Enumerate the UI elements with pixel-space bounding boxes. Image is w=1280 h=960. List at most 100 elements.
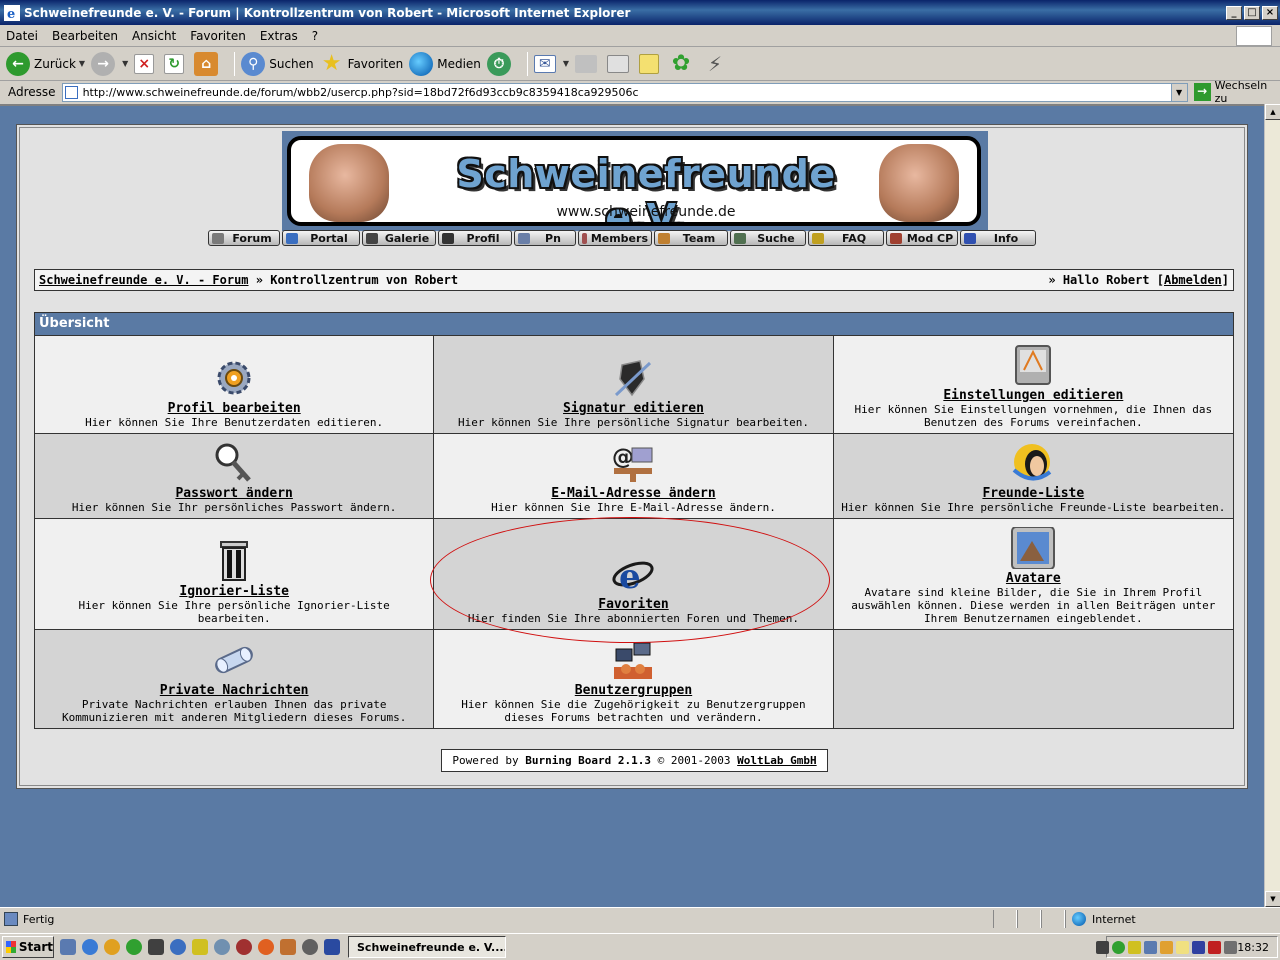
- nav-galerie-button[interactable]: Galerie: [362, 230, 436, 246]
- favorites-button[interactable]: ★ Favoriten: [320, 50, 403, 78]
- favoriten-link[interactable]: Favoriten: [598, 597, 668, 612]
- nav-forum-button[interactable]: Forum: [208, 230, 280, 246]
- nav-team-button[interactable]: Team: [654, 230, 728, 246]
- forward-dropdown-icon[interactable]: ▼: [122, 59, 128, 68]
- profil-bearbeiten-link[interactable]: Profil bearbeiten: [168, 401, 301, 416]
- quicklaunch-firefox-icon[interactable]: [258, 939, 274, 955]
- key-icon[interactable]: [211, 442, 257, 484]
- stop-button[interactable]: ×: [134, 50, 158, 78]
- einstellungen-editieren-link[interactable]: Einstellungen editieren: [943, 388, 1123, 403]
- media-label: Medien: [437, 56, 481, 71]
- nav-profil-button[interactable]: Profil: [438, 230, 512, 246]
- tray-icon[interactable]: [1096, 940, 1110, 954]
- message-icon[interactable]: [211, 639, 257, 681]
- tray-icon[interactable]: [1224, 940, 1238, 954]
- forum-banner[interactable]: Schweinefreunde e.V. www.schweinefreunde…: [282, 131, 988, 231]
- scroll-up-icon[interactable]: ▲: [1265, 104, 1280, 120]
- benutzergruppen-link[interactable]: Benutzergruppen: [575, 683, 692, 698]
- pen-icon[interactable]: [610, 357, 656, 399]
- menu-help[interactable]: ?: [306, 29, 326, 43]
- tray-icon[interactable]: [1144, 940, 1158, 954]
- tray-icon[interactable]: [1112, 940, 1126, 954]
- quicklaunch-desktop-icon[interactable]: [60, 939, 76, 955]
- nav-faq-button[interactable]: FAQ: [808, 230, 884, 246]
- signatur-editieren-link[interactable]: Signatur editieren: [563, 401, 704, 416]
- settings-icon[interactable]: [1010, 344, 1056, 386]
- maximize-button[interactable]: □: [1244, 5, 1260, 20]
- friends-icon[interactable]: [1010, 442, 1056, 484]
- quicklaunch-globe-icon[interactable]: [302, 939, 318, 955]
- quicklaunch-network-icon[interactable]: [214, 939, 230, 955]
- quicklaunch-mediaplayer-icon[interactable]: [104, 939, 120, 955]
- edit-button[interactable]: [607, 50, 633, 78]
- start-button[interactable]: Start: [2, 936, 54, 958]
- taskbar-ie-window[interactable]: Schweinefreunde e. V....: [348, 936, 506, 958]
- close-button[interactable]: ×: [1262, 5, 1278, 20]
- back-dropdown-icon[interactable]: ▼: [79, 59, 85, 68]
- tray-icon[interactable]: [1192, 940, 1206, 954]
- forward-button[interactable]: → ▼: [91, 50, 128, 78]
- search-icon: [734, 232, 746, 244]
- quicklaunch-pencil-icon[interactable]: [192, 939, 208, 955]
- tray-icon[interactable]: [1176, 940, 1190, 954]
- woltlab-link[interactable]: WoltLab GmbH: [737, 754, 816, 767]
- quicklaunch-app-icon[interactable]: [170, 939, 186, 955]
- address-dropdown-icon[interactable]: ▼: [1171, 82, 1188, 102]
- quicklaunch-word-icon[interactable]: [324, 939, 340, 955]
- menu-favoriten[interactable]: Favoriten: [184, 29, 254, 43]
- svg-text:e: e: [7, 7, 15, 21]
- passwort-aendern-link[interactable]: Passwort ändern: [175, 486, 292, 501]
- back-button[interactable]: ← Zurück ▼: [6, 50, 85, 78]
- quicklaunch-icq-icon[interactable]: [126, 939, 142, 955]
- tray-icon[interactable]: [1160, 940, 1174, 954]
- private-nachrichten-link[interactable]: Private Nachrichten: [160, 683, 309, 698]
- media-button[interactable]: Medien: [409, 50, 481, 78]
- menu-ansicht[interactable]: Ansicht: [126, 29, 184, 43]
- minimize-button[interactable]: _: [1226, 5, 1242, 20]
- quicklaunch-red-icon[interactable]: [236, 939, 252, 955]
- vertical-scrollbar[interactable]: ▲ ▼: [1264, 104, 1280, 907]
- address-input[interactable]: [61, 82, 1172, 102]
- search-button[interactable]: ⚲ Suchen: [241, 50, 314, 78]
- nav-portal-button[interactable]: Portal: [282, 230, 360, 246]
- quicklaunch-gear-icon[interactable]: [280, 939, 296, 955]
- icq-button[interactable]: ✿: [669, 50, 697, 78]
- nav-mod-cp-button[interactable]: Mod CP: [886, 230, 958, 246]
- nav-suche-button[interactable]: Suche: [730, 230, 806, 246]
- breadcrumb-home-link[interactable]: Schweinefreunde e. V. - Forum: [39, 273, 249, 287]
- usergroups-icon[interactable]: [610, 639, 656, 681]
- go-arrow-icon: →: [1193, 83, 1211, 101]
- refresh-button[interactable]: ↻: [164, 50, 188, 78]
- go-button[interactable]: → Wechseln zu: [1193, 79, 1280, 105]
- mail-button[interactable]: ✉ ▼: [533, 50, 569, 78]
- menu-datei[interactable]: Datei: [0, 29, 46, 43]
- ignorier-liste-link[interactable]: Ignorier-Liste: [179, 584, 289, 599]
- home-button[interactable]: ⌂: [194, 50, 222, 78]
- email-icon[interactable]: @: [610, 442, 656, 484]
- avatare-link[interactable]: Avatare: [1006, 571, 1061, 586]
- nav-pn-button[interactable]: Pn: [514, 230, 576, 246]
- history-button[interactable]: ⏱: [486, 50, 515, 78]
- forum-nav: Forum Portal Galerie Profil Pn Members Team Suc…: [208, 230, 1060, 248]
- quicklaunch-drive-icon[interactable]: [148, 939, 164, 955]
- mail-dropdown-icon[interactable]: ▼: [563, 59, 569, 68]
- scroll-down-icon[interactable]: ▼: [1265, 891, 1280, 907]
- tray-icon[interactable]: [1208, 940, 1222, 954]
- print-button[interactable]: [575, 50, 601, 78]
- quicklaunch-ie-icon[interactable]: [82, 939, 98, 955]
- freunde-liste-link[interactable]: Freunde-Liste: [982, 486, 1084, 501]
- e-mail-adresse-aendern-link[interactable]: E-Mail-Adresse ändern: [551, 486, 715, 501]
- discuss-button[interactable]: [639, 50, 663, 78]
- home-icon: ⌂: [194, 51, 219, 76]
- logout-link[interactable]: Abmelden: [1164, 273, 1222, 287]
- favorites-icon[interactable]: e: [610, 553, 656, 595]
- menu-bearbeiten[interactable]: Bearbeiten: [46, 29, 126, 43]
- nav-info-button[interactable]: Info: [960, 230, 1036, 246]
- menu-extras[interactable]: Extras: [254, 29, 306, 43]
- messenger-button[interactable]: ⚡: [703, 50, 731, 78]
- nav-members-button[interactable]: Members: [578, 230, 652, 246]
- tray-icon[interactable]: [1128, 940, 1142, 954]
- trash-icon[interactable]: [211, 540, 257, 582]
- gear-icon[interactable]: [211, 357, 257, 399]
- avatar-icon[interactable]: [1010, 527, 1056, 569]
